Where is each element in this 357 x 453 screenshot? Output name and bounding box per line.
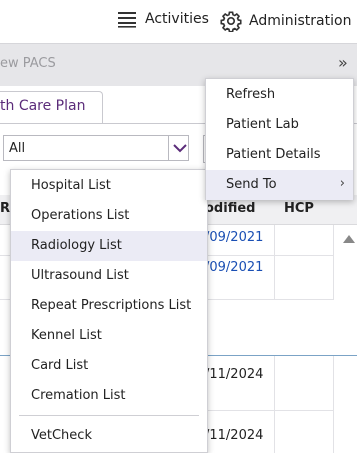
column-divider <box>333 356 334 453</box>
menu-item-label: Kennel List <box>31 328 102 343</box>
menu-item-label: Operations List <box>31 208 130 223</box>
column-divider <box>274 225 275 300</box>
context-item-label: Refresh <box>226 87 276 102</box>
table-cell-date: /11/2024 <box>205 428 264 443</box>
menu-item-label: Hospital List <box>31 178 111 193</box>
chevron-right-icon: › <box>339 176 345 191</box>
column-divider <box>333 225 334 300</box>
tab-care-plan-label: th Care Plan <box>0 98 86 114</box>
select-divider <box>168 136 169 160</box>
menu-separator <box>19 415 199 416</box>
menu-item-label: Card List <box>31 358 89 373</box>
menu-item-hospital-list[interactable]: Hospital List <box>11 171 207 201</box>
context-item-label: Send To <box>226 177 277 192</box>
context-item-patient-details[interactable]: Patient Details <box>206 140 353 170</box>
menu-item-radiology-list[interactable]: Radiology List <box>11 231 207 261</box>
chevron-down-icon <box>173 144 187 153</box>
list-icon <box>118 12 136 28</box>
menu-item-label: Repeat Prescriptions List <box>31 298 192 313</box>
context-item-patient-lab[interactable]: Patient Lab <box>206 110 353 140</box>
breadcrumb: ew PACS <box>0 56 56 71</box>
more-button[interactable]: » <box>338 53 348 72</box>
menu-item-kennel-list[interactable]: Kennel List <box>11 321 207 351</box>
activities-link[interactable]: Activities <box>117 10 209 28</box>
activities-label: Activities <box>145 11 209 27</box>
table-cell-date[interactable]: /09/2021 <box>205 260 263 275</box>
menu-item-vetcheck[interactable]: VetCheck <box>11 421 207 451</box>
scroll-up-icon[interactable] <box>343 235 355 243</box>
table-cell-date: /11/2024 <box>205 367 264 382</box>
menu-item-repeat-prescriptions-list[interactable]: Repeat Prescriptions List <box>11 291 207 321</box>
menu-item-card-list[interactable]: Card List <box>11 351 207 381</box>
row-divider <box>200 410 334 411</box>
menu-item-operations-list[interactable]: Operations List <box>11 201 207 231</box>
column-divider <box>274 356 275 453</box>
context-item-label: Patient Details <box>226 147 321 162</box>
menu-item-ultrasound-list[interactable]: Ultrasound List <box>11 261 207 291</box>
context-menu: Refresh Patient Lab Patient Details Send… <box>205 78 354 200</box>
column-header-modified: odified <box>205 201 256 216</box>
administration-label: Administration <box>249 13 352 29</box>
context-item-refresh[interactable]: Refresh <box>206 80 353 110</box>
administration-link[interactable]: Administration <box>220 10 351 32</box>
context-item-send-to[interactable]: Send To › <box>206 170 353 200</box>
tab-care-plan[interactable]: th Care Plan <box>0 91 103 124</box>
context-item-label: Patient Lab <box>226 117 299 132</box>
column-header-hcp: HCP <box>284 201 314 216</box>
filter-value: All <box>9 141 26 156</box>
filter-select[interactable]: All <box>3 135 189 161</box>
list-dropdown-menu: Hospital List Operations List Radiology … <box>10 169 208 453</box>
menu-item-label: Radiology List <box>31 238 122 253</box>
table-cell-date[interactable]: /09/2021 <box>205 230 263 245</box>
menu-item-cremation-list[interactable]: Cremation List <box>11 381 207 411</box>
menu-item-label: Ultrasound List <box>31 268 129 283</box>
gear-icon <box>220 11 242 32</box>
menu-item-label: VetCheck <box>31 428 92 443</box>
menu-item-label: Cremation List <box>31 388 126 403</box>
